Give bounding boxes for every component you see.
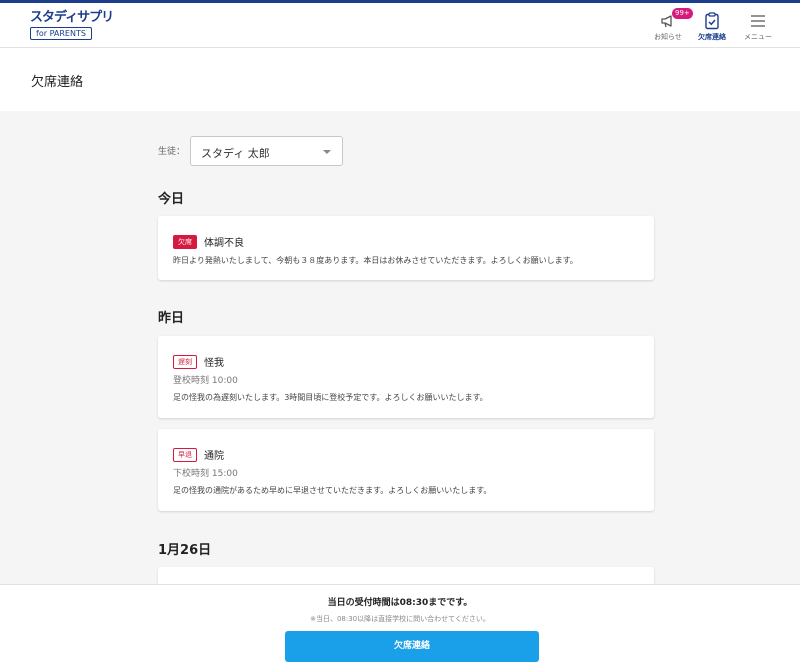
reception-time-text: 当日の受付時間は08:30までです。 <box>327 598 473 608</box>
reception-note-text: ※当日、08:30以降は直接学校に問い合わせてください。 <box>310 615 490 623</box>
top-bar: スタディサプリ for PARENTS 99+ お知らせ 欠席連絡 メニュー <box>0 0 800 48</box>
card-header: 早退 通院 <box>173 447 224 462</box>
clipboard-check-icon <box>690 11 734 31</box>
message-text: 昨日より発熱いたしまして、今朝も３８度あります。本日はお休みさせていただきます。… <box>173 256 578 265</box>
absence-card[interactable]: 欠席 体調不良 昨日より発熱いたしまして、今朝も３８度あります。本日はお休みさせ… <box>158 216 654 280</box>
footer-bar: 当日の受付時間は08:30までです。 ※当日、08:30以降は直接学校に問い合わ… <box>0 584 800 672</box>
reason-text: 体調不良 <box>204 238 244 249</box>
app-logo[interactable]: スタディサプリ for PARENTS <box>30 10 114 40</box>
absence-card[interactable]: 早退 通院 下校時刻 15:00 足の怪我の通院があるため早めに早退させていただ… <box>158 429 654 511</box>
message-text: 足の怪我の通院があるため早めに早退させていただきます。よろしくお願いいたします。 <box>173 486 492 495</box>
type-tag: 早退 <box>173 447 197 462</box>
day-header-yesterday: 昨日 <box>158 311 185 326</box>
hamburger-menu-icon <box>736 11 780 31</box>
nav-menu-label: メニュー <box>744 33 772 41</box>
card-header: 遅刻 怪我 <box>173 354 224 369</box>
nav-notifications[interactable]: 99+ お知らせ <box>646 8 693 42</box>
student-select[interactable]: スタディ 太郎 <box>190 136 343 166</box>
title-bar: 欠席連絡 <box>0 48 800 111</box>
student-select-value: スタディ 太郎 <box>201 147 270 160</box>
nav-absence[interactable]: 欠席連絡 <box>690 11 734 42</box>
absence-report-button[interactable]: 欠席連絡 <box>285 631 539 662</box>
absence-card[interactable]: 遅刻 怪我 登校時刻 10:00 足の怪我の為遅刻いたします。3時間目頃に登校予… <box>158 336 654 418</box>
day-header-today: 今日 <box>158 192 185 207</box>
reason-text: 通院 <box>204 451 224 462</box>
megaphone-icon: 99+ <box>646 8 693 31</box>
day-header-date: 1月26日 <box>158 543 212 558</box>
caret-down-icon <box>323 150 331 154</box>
reason-text: 怪我 <box>204 358 224 369</box>
student-label: 生徒： <box>158 147 186 157</box>
logo-main-text: スタディサプリ <box>30 10 114 25</box>
nav-absence-label: 欠席連絡 <box>698 33 726 41</box>
nav-notifications-label: お知らせ <box>654 33 682 41</box>
card-header: 欠席 体調不良 <box>173 234 244 249</box>
nav-menu[interactable]: メニュー <box>736 11 780 42</box>
type-tag: 欠席 <box>173 234 197 249</box>
message-text: 足の怪我の為遅刻いたします。3時間目頃に登校予定です。よろしくお願いいたします。 <box>173 393 488 402</box>
time-text: 下校時刻 15:00 <box>173 469 238 479</box>
page-title: 欠席連絡 <box>31 75 84 90</box>
time-text: 登校時刻 10:00 <box>173 376 238 386</box>
logo-sub-text: for PARENTS <box>30 27 92 40</box>
type-tag: 遅刻 <box>173 354 197 369</box>
